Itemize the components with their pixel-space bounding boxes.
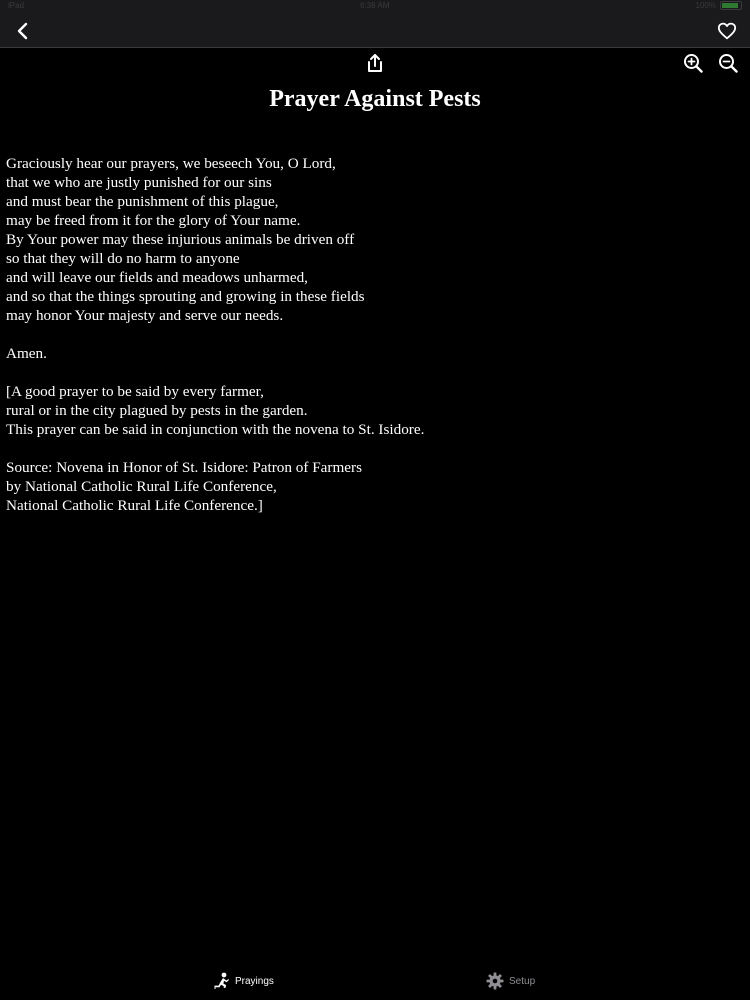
status-bar: iPad 6:38 AM 100% xyxy=(0,0,750,14)
favorite-button[interactable] xyxy=(714,18,740,44)
prayer-line: Amen. xyxy=(6,345,47,362)
zoom-out-button[interactable] xyxy=(716,51,740,75)
tab-setup-label: Setup xyxy=(509,975,536,987)
prayer-line: National Catholic Rural Life Conference.… xyxy=(6,497,263,514)
prayer-text: Graciously hear our prayers, we beseech … xyxy=(6,154,736,534)
prayer-line: and will leave our fields and meadows un… xyxy=(6,269,308,286)
tab-prayings[interactable]: Prayings xyxy=(214,972,274,990)
prayer-line: so that they will do no harm to anyone xyxy=(6,250,240,267)
zoom-in-button[interactable] xyxy=(681,51,705,75)
heart-outline-icon xyxy=(717,22,737,40)
prayer-paragraph: Graciously hear our prayers, we beseech … xyxy=(6,154,736,325)
tab-bar: Prayings Setup xyxy=(0,964,750,1000)
back-button[interactable] xyxy=(10,18,36,44)
zoom-out-icon xyxy=(719,54,738,73)
prayer-paragraph: Source: Novena in Honor of St. Isidore: … xyxy=(6,458,736,515)
chevron-left-icon xyxy=(17,22,28,40)
prayer-line: may be freed from it for the glory of Yo… xyxy=(6,212,301,229)
navigation-bar xyxy=(0,14,750,48)
prayer-line: This prayer can be said in conjunction w… xyxy=(6,421,425,438)
status-carrier: iPad xyxy=(8,1,25,10)
status-battery: 100% xyxy=(696,1,742,10)
prayer-line: Graciously hear our prayers, we beseech … xyxy=(6,155,336,172)
share-button[interactable] xyxy=(363,51,387,75)
prayer-line: that we who are justly punished for our … xyxy=(6,174,272,191)
prayer-line: Source: Novena in Honor of St. Isidore: … xyxy=(6,459,362,476)
prayer-line: and so that the things sprouting and gro… xyxy=(6,288,365,305)
tab-prayings-label: Prayings xyxy=(235,975,274,987)
prayer-line: [A good prayer to be said by every farme… xyxy=(6,383,264,400)
zoom-in-icon xyxy=(684,54,703,73)
gear-icon xyxy=(486,972,504,990)
prayer-line: and must bear the punishment of this pla… xyxy=(6,193,279,210)
prayer-paragraph: [A good prayer to be said by every farme… xyxy=(6,382,736,439)
prayer-line: rural or in the city plagued by pests in… xyxy=(6,402,308,419)
tab-setup[interactable]: Setup xyxy=(486,972,535,990)
prayer-line: may honor Your majesty and serve our nee… xyxy=(6,307,284,324)
kneeling-person-icon xyxy=(214,972,229,989)
share-icon xyxy=(368,54,382,72)
battery-percent: 100% xyxy=(695,1,716,10)
prayer-line: By Your power may these injurious animal… xyxy=(6,231,355,248)
prayer-paragraph: Amen. xyxy=(6,344,736,363)
battery-icon xyxy=(720,1,742,10)
prayer-title: Prayer Against Pests xyxy=(269,86,481,112)
prayer-line: by National Catholic Rural Life Conferen… xyxy=(6,478,277,495)
status-time: 6:38 AM xyxy=(360,1,390,10)
